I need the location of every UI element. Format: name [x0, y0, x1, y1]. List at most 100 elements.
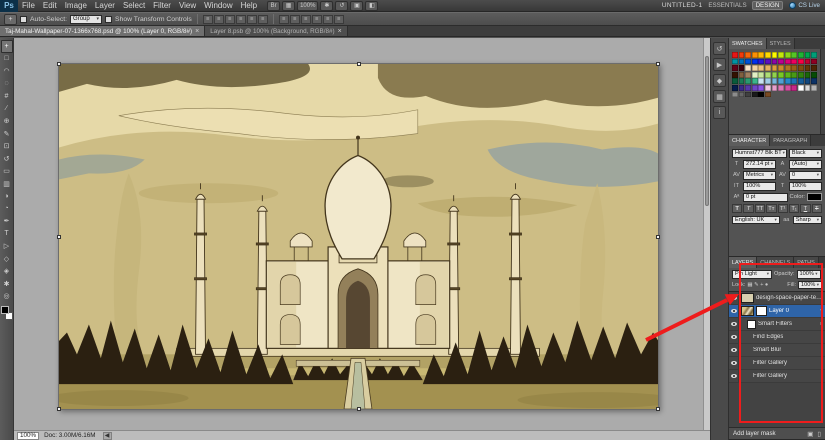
color-swatch[interactable] — [751, 78, 758, 85]
document-tab-2[interactable]: Layer 8.psb @ 100% (Background, RGB/8#) × — [205, 26, 348, 36]
color-swatch[interactable] — [771, 84, 778, 91]
filter-blend-icon[interactable]: ≡ — [820, 321, 823, 327]
workspace-design[interactable]: DESIGN — [751, 1, 784, 10]
align-icon[interactable]: ≡ — [224, 14, 235, 24]
filter-options-icon[interactable]: ↕ — [820, 360, 823, 366]
actions-panel-icon[interactable]: ▶ — [713, 58, 726, 71]
smart-filter-mask-thumbnail[interactable] — [747, 319, 756, 329]
delete-layer-button[interactable]: ▯ — [817, 430, 821, 438]
visibility-toggle[interactable] — [729, 357, 739, 369]
color-swatch[interactable] — [758, 71, 765, 78]
lock-button-2[interactable]: ✎ — [754, 282, 759, 288]
vertical-scrollbar[interactable] — [703, 38, 710, 430]
tab-layers[interactable]: LAYERS — [729, 257, 758, 268]
lock-button-4[interactable]: ● — [765, 282, 768, 288]
color-swatch[interactable] — [751, 65, 758, 71]
color-swatch[interactable] — [797, 84, 804, 91]
color-swatch[interactable] — [791, 58, 798, 65]
color-swatch[interactable] — [758, 58, 765, 65]
filter-mask-thumbnail[interactable] — [756, 306, 767, 316]
font-family-select[interactable]: Humnst777 Blk BT ▾ — [732, 149, 787, 158]
crop-tool[interactable]: # — [1, 90, 13, 103]
color-swatch[interactable] — [745, 58, 751, 65]
color-swatch[interactable] — [778, 58, 784, 65]
color-swatch[interactable] — [732, 78, 738, 85]
font-size-field[interactable]: 272.14 pt ▾ — [743, 160, 776, 169]
tab-paragraph[interactable]: PARAGRAPH — [770, 135, 812, 146]
color-swatch[interactable] — [764, 91, 771, 98]
align-icon[interactable]: ≡ — [257, 14, 268, 24]
color-swatch[interactable] — [791, 65, 798, 71]
hand-tool-button[interactable]: ✱ — [320, 0, 334, 11]
align-icon[interactable]: ≡ — [235, 14, 246, 24]
color-swatch[interactable] — [784, 78, 791, 85]
color-swatch[interactable] — [797, 78, 804, 85]
menu-layer[interactable]: Layer — [91, 0, 119, 12]
filter-options-icon[interactable]: ↕ — [820, 347, 823, 353]
tracking-field[interactable]: 0 ▾ — [789, 171, 822, 180]
tab-swatches[interactable]: SWATCHES — [729, 38, 767, 49]
color-swatch[interactable] — [811, 78, 817, 85]
menu-view[interactable]: View — [175, 0, 200, 12]
color-swatch[interactable] — [804, 58, 811, 65]
color-swatch[interactable] — [738, 52, 745, 58]
screen-mode-button[interactable]: ◧ — [365, 0, 379, 11]
info-panel-icon[interactable]: i — [713, 106, 726, 119]
color-swatch[interactable] — [751, 52, 758, 58]
color-swatch[interactable] — [764, 58, 771, 65]
blend-mode-select[interactable]: Pin Light ▾ — [732, 270, 772, 279]
color-swatch[interactable] — [784, 71, 791, 78]
layer-thumbnail[interactable] — [741, 293, 754, 303]
type-style-button-5[interactable]: T¹ — [777, 204, 788, 213]
color-swatch[interactable] — [764, 78, 771, 85]
workspace-essentials[interactable]: ESSENTIALS — [708, 2, 746, 9]
foreground-color-swatch[interactable] — [0, 305, 9, 314]
color-swatch[interactable] — [771, 71, 778, 78]
zoom-level[interactable]: 100% — [297, 0, 319, 11]
auto-select-dropdown[interactable]: Group ▾ — [70, 14, 103, 24]
visibility-toggle[interactable] — [729, 344, 739, 356]
type-style-button-2[interactable]: T — [743, 204, 754, 213]
panel-scrollbar[interactable] — [820, 49, 825, 134]
lock-button-1[interactable]: ▦ — [747, 282, 752, 288]
color-swatch[interactable] — [811, 52, 817, 58]
type-tool[interactable]: T — [1, 228, 13, 241]
leading-field[interactable]: (Auto) ▾ — [789, 160, 822, 169]
brush-tool[interactable]: ✎ — [1, 128, 13, 141]
color-swatch[interactable] — [804, 71, 811, 78]
pen-tool[interactable]: ✒ — [1, 215, 13, 228]
3d-rotate-tool[interactable]: ◈ — [1, 265, 13, 278]
transform-handle[interactable] — [57, 234, 61, 239]
color-swatch[interactable] — [804, 52, 811, 58]
color-swatch[interactable] — [745, 91, 751, 98]
type-style-button-6[interactable]: T₁ — [788, 204, 800, 213]
color-swatch[interactable] — [784, 58, 791, 65]
filter-options-icon[interactable]: ↕ — [820, 373, 823, 379]
opacity-field[interactable]: 100% ▾ — [796, 270, 821, 279]
color-swatch[interactable] — [811, 58, 817, 65]
align-icon[interactable]: ≡ — [213, 14, 224, 24]
color-swatch[interactable] — [791, 52, 798, 58]
color-swatch[interactable] — [758, 84, 765, 91]
menu-select[interactable]: Select — [119, 0, 149, 12]
zoom-tool[interactable]: ◎ — [1, 290, 13, 303]
type-style-button-3[interactable]: TT — [754, 204, 766, 213]
color-swatch[interactable] — [784, 65, 791, 71]
filter-options-icon[interactable]: ↕ — [820, 334, 823, 340]
anti-alias-select[interactable]: Sharp ▾ — [792, 215, 822, 224]
transform-handle[interactable] — [356, 407, 361, 411]
color-swatch[interactable] — [778, 65, 784, 71]
color-swatch[interactable] — [771, 52, 778, 58]
color-swatch[interactable] — [758, 91, 765, 98]
layer-row-layer0[interactable]: Layer 0 ▾ — [729, 305, 825, 318]
vertical-scale-field[interactable]: 100% — [743, 182, 776, 191]
history-brush-tool[interactable]: ↺ — [1, 153, 13, 166]
color-swatch[interactable] — [811, 84, 817, 91]
styles-panel-icon[interactable]: ◆ — [713, 74, 726, 87]
color-swatch[interactable] — [758, 65, 765, 71]
type-style-button-8[interactable]: T — [811, 204, 822, 213]
color-swatch[interactable] — [758, 78, 765, 85]
color-swatch[interactable] — [804, 84, 811, 91]
color-swatch[interactable] — [732, 65, 738, 71]
tab-styles[interactable]: STYLES — [766, 38, 795, 49]
